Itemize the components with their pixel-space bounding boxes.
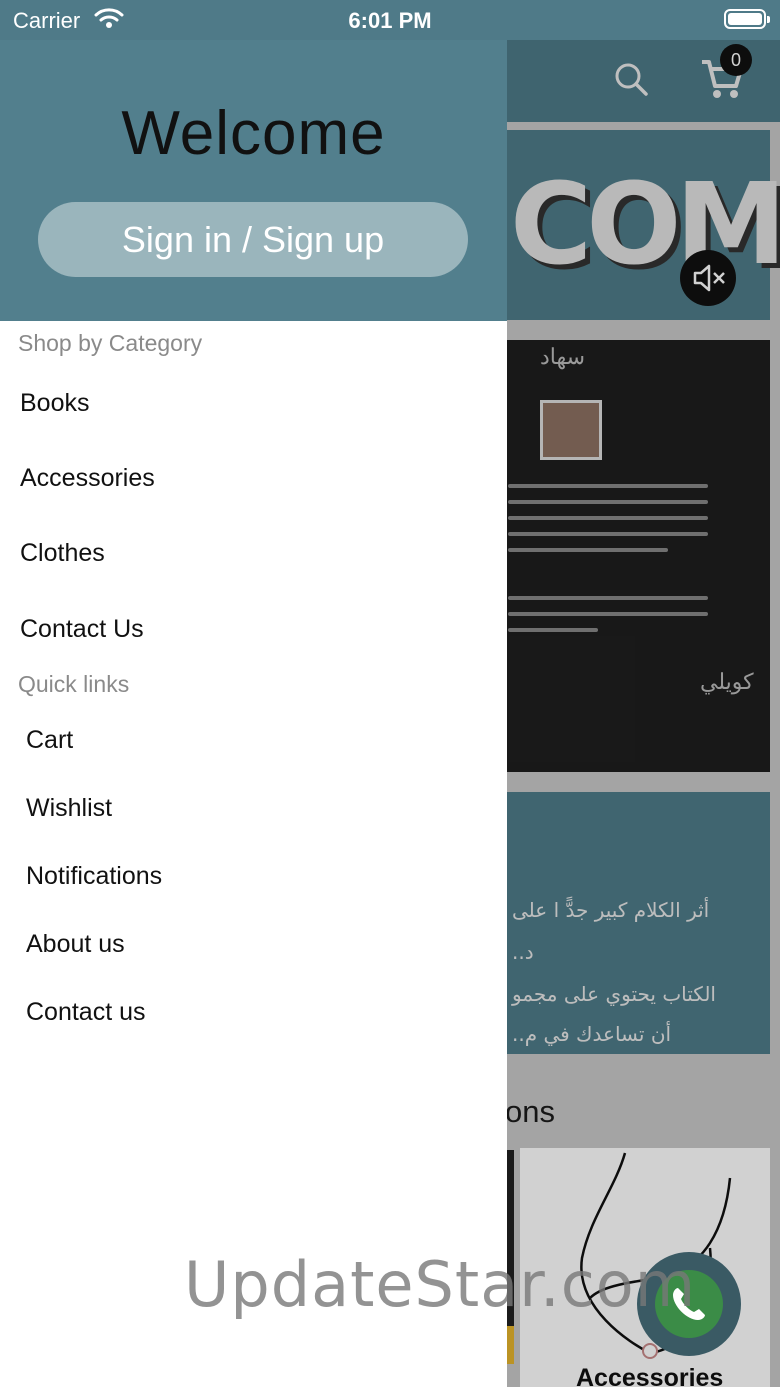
navigation-drawer: Welcome Sign in / Sign up Shop by Catego… — [0, 0, 507, 1387]
watermark-text: UpdateStar.com — [184, 1248, 697, 1321]
status-bar: Carrier 6:01 PM — [0, 0, 780, 40]
shop-by-category-label: Shop by Category — [18, 330, 203, 356]
quick-link-notifications[interactable]: Notifications — [26, 862, 162, 891]
quick-link-contact-us[interactable]: Contact us — [26, 998, 146, 1027]
quick-link-cart[interactable]: Cart — [26, 726, 73, 755]
category-books[interactable]: Books — [20, 389, 89, 418]
sign-in-button[interactable]: Sign in / Sign up — [38, 202, 468, 277]
quick-links-label: Quick links — [18, 671, 130, 697]
battery-icon — [724, 9, 770, 29]
dim-overlay[interactable] — [507, 38, 780, 1387]
welcome-title: Welcome — [121, 99, 386, 168]
category-accessories[interactable]: Accessories — [20, 464, 155, 493]
category-clothes[interactable]: Clothes — [20, 539, 105, 568]
category-contact-us[interactable]: Contact Us — [20, 615, 144, 644]
quick-link-about-us[interactable]: About us — [26, 930, 125, 959]
drawer-header: Welcome Sign in / Sign up — [0, 0, 507, 321]
quick-link-wishlist[interactable]: Wishlist — [26, 794, 112, 823]
status-time: 6:01 PM — [348, 8, 432, 33]
